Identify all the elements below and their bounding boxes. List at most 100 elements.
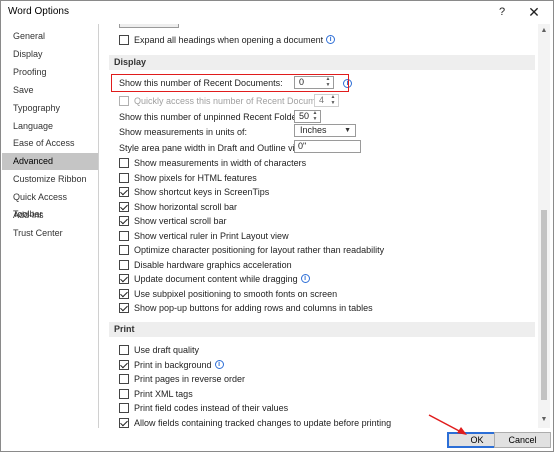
sidebar-item-typography[interactable]: Typography [2,100,98,117]
display-option[interactable]: Show vertical ruler in Print Layout view [119,229,289,242]
print-option[interactable]: Use draft quality [119,343,199,356]
style-pane-label: Style area pane width in Draft and Outli… [119,143,314,153]
chevron-down-icon: ▼ [344,127,351,134]
style-pane-input[interactable]: 0" [294,140,361,153]
checkbox[interactable] [119,259,129,270]
print-option[interactable]: Allow fields containing tracked changes … [119,416,391,428]
expand-headings-option[interactable]: Expand all headings when opening a docum… [119,33,336,46]
checkbox[interactable] [119,201,129,212]
sidebar-item-proofing[interactable]: Proofing [2,64,98,81]
sidebar-item-ease-of-access[interactable]: Ease of Access [2,135,98,152]
option-label: Optimize character positioning for layou… [134,244,385,255]
clipped-button [119,24,179,28]
info-icon: i [214,360,224,369]
units-select[interactable]: Inches ▼ [294,124,356,137]
checkbox[interactable] [119,344,129,355]
print-option[interactable]: Print XML tags [119,387,193,400]
scroll-up-icon[interactable]: ▲ [540,27,548,35]
section-heading-display: Display [109,55,535,70]
option-label: Show pop-up buttons for adding rows and … [134,302,373,313]
option-label: Show horizontal scroll bar [134,201,238,212]
option-label: Show vertical ruler in Print Layout view [134,230,289,241]
sidebar-item-advanced[interactable]: Advanced [2,153,98,170]
sidebar-item-quick-access-toolbar[interactable]: Quick Access Toolbar [2,189,98,219]
quick-access-option: Quickly access this number of Recent Doc… [119,94,335,107]
checkbox[interactable] [119,288,129,299]
display-option[interactable]: Update document content while dragging i [119,272,310,285]
cancel-button[interactable]: Cancel [494,432,551,448]
print-option[interactable]: Print field codes instead of their value… [119,401,288,414]
sidebar-item-language[interactable]: Language [2,118,98,135]
sidebar-item-general[interactable]: General [2,28,98,45]
section-heading-print: Print [109,322,535,337]
info-icon: i [326,35,336,44]
sidebar: General Display Proofing Save Typography… [2,24,99,428]
checkbox[interactable] [119,302,129,313]
checkbox[interactable] [119,186,129,197]
checkbox[interactable] [119,273,129,284]
checkbox[interactable] [119,215,129,226]
checkbox[interactable] [119,359,129,370]
option-label: Show shortcut keys in ScreenTips [134,186,270,197]
unpinned-folders-spinner[interactable]: 50 ▲ ▼ [294,110,321,123]
display-option[interactable]: Disable hardware graphics acceleration [119,258,292,271]
spinner-value: 4 [319,95,325,105]
print-option[interactable]: Print in background i [119,358,224,371]
checkbox[interactable] [119,172,129,183]
print-option[interactable]: Print pages in reverse order [119,372,245,385]
checkbox [119,95,129,106]
option-label: Disable hardware graphics acceleration [134,259,292,270]
sidebar-item-add-ins[interactable]: Add-ins [2,207,98,224]
dialog-title: Word Options [8,6,69,17]
option-label: Show measurements in width of characters [134,157,307,168]
display-option[interactable]: Show pop-up buttons for adding rows and … [119,301,373,314]
option-label: Allow fields containing tracked changes … [134,417,392,428]
title-bar: Word Options ? ✕ [1,1,553,23]
checkbox[interactable] [119,157,129,168]
vertical-scrollbar[interactable]: ▲ ▼ [538,24,550,428]
spinner-arrows-icon[interactable]: ▲ ▼ [311,110,319,122]
option-label: Quickly access this number of Recent Doc… [134,95,336,106]
display-option[interactable]: Optimize character positioning for layou… [119,243,384,256]
sidebar-item-display[interactable]: Display [2,46,98,63]
checkbox[interactable] [119,373,129,384]
scroll-thumb[interactable] [541,210,547,400]
display-option[interactable]: Show shortcut keys in ScreenTips [119,185,269,198]
select-value: Inches [300,125,327,135]
option-label: Print XML tags [134,388,193,399]
recent-documents-highlight-box [111,74,349,92]
checkbox[interactable] [119,230,129,241]
quick-access-spinner: 4 ▲ ▼ [314,94,339,107]
option-label: Show vertical scroll bar [134,215,227,226]
display-option[interactable]: Show horizontal scroll bar [119,200,237,213]
display-option[interactable]: Show vertical scroll bar [119,214,227,227]
checkbox[interactable] [119,388,129,399]
option-label: Use subpixel positioning to smooth fonts… [134,288,338,299]
sidebar-item-customize-ribbon[interactable]: Customize Ribbon [2,171,98,188]
units-label: Show measurements in units of: [119,127,248,137]
display-option[interactable]: Use subpixel positioning to smooth fonts… [119,287,337,300]
unpinned-folders-label: Show this number of unpinned Recent Fold… [119,112,307,122]
info-icon: i [300,274,310,283]
sidebar-item-save[interactable]: Save [2,82,98,99]
checkbox[interactable] [119,34,129,45]
spinner-value: 50 [299,111,310,121]
display-option[interactable]: Show measurements in width of characters [119,156,306,169]
help-button[interactable]: ? [488,1,516,23]
option-label: Print in background [134,359,212,370]
option-label: Print pages in reverse order [134,373,246,384]
checkbox[interactable] [119,417,129,428]
spinner-arrows-icon: ▲ ▼ [330,94,336,106]
display-option[interactable]: Show pixels for HTML features [119,171,257,184]
checkbox[interactable] [119,402,129,413]
option-label: Show pixels for HTML features [134,172,257,183]
option-label: Expand all headings when opening a docum… [134,34,324,45]
close-button[interactable]: ✕ [520,1,548,23]
sidebar-item-trust-center[interactable]: Trust Center [2,225,98,242]
checkbox[interactable] [119,244,129,255]
option-label: Update document content while dragging [134,273,298,284]
scroll-down-icon[interactable]: ▼ [540,416,548,424]
option-label: Print field codes instead of their value… [134,402,289,413]
word-options-dialog: Word Options ? ✕ General Display Proofin… [0,0,554,452]
option-label: Use draft quality [134,344,200,355]
